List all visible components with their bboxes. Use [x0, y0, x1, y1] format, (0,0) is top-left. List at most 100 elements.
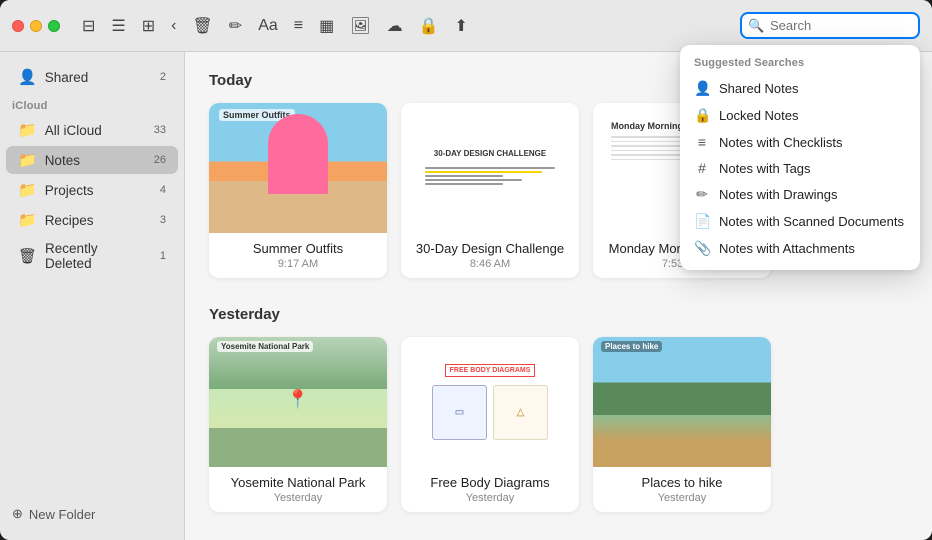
share-button[interactable]: ⬆	[448, 12, 473, 40]
sidebar-label-all-icloud: All iCloud	[45, 123, 140, 138]
fbd-image: Free Body Diagrams ▭ △	[401, 337, 579, 467]
fbd-header-label: Free Body Diagrams	[445, 364, 536, 377]
dropdown-label-attachments: Notes with Attachments	[719, 241, 855, 256]
sidebar-label-shared: Shared	[45, 70, 140, 85]
shared-icon: 👤	[18, 68, 37, 86]
sidebar-label-notes: Notes	[45, 153, 140, 168]
note-time-design: 8:46 AM	[411, 258, 569, 270]
design-line-5	[425, 183, 503, 185]
sidebar-label-projects: Projects	[45, 183, 140, 198]
dropdown-item-attachments[interactable]: 📎 Notes with Attachments	[680, 235, 920, 262]
sidebar: 👤 Shared 2 iCloud 📁 All iCloud 33 📁 Note…	[0, 52, 185, 540]
lock-button[interactable]: 🔒	[413, 12, 445, 40]
fullscreen-button[interactable]	[48, 20, 60, 32]
design-title: 30-Day Design Challenge	[434, 149, 546, 159]
design-lines	[425, 165, 555, 187]
note-name-hike: Places to hike	[603, 475, 761, 490]
trash-icon: 🗑	[18, 247, 37, 265]
close-button[interactable]	[12, 20, 24, 32]
table-button[interactable]: ▦	[313, 12, 340, 40]
dropdown-item-scanned[interactable]: 📄 Notes with Scanned Documents	[680, 208, 920, 235]
app-window: ⊟ ☰ ⊞ ‹ 🗑 ✏ Aa ≡ ▦ 🖼 ☁ 🔒 ⬆ 🔍 Suggested S…	[0, 0, 932, 540]
sidebar-badge-all-icloud: 33	[148, 124, 166, 136]
dropdown-label-checklists: Notes with Checklists	[719, 135, 843, 150]
sidebar-item-shared[interactable]: 👤 Shared 2	[6, 63, 178, 91]
dropdown-item-checklists[interactable]: ≡ Notes with Checklists	[680, 129, 920, 155]
search-container: 🔍 Suggested Searches 👤 Shared Notes 🔒 Lo…	[740, 12, 920, 39]
note-thumbnail-hike: Places to hike	[593, 337, 771, 467]
note-card-summer-outfits[interactable]: Summer Outfits Summer Outfits 9:17 AM	[209, 103, 387, 278]
note-card-places-hike[interactable]: Places to hike Places to hike Yesterday	[593, 337, 771, 512]
sidebar-section-icloud: iCloud	[0, 92, 184, 115]
summer-image: Summer Outfits	[209, 103, 387, 233]
yosemite-image: Yosemite National Park	[209, 337, 387, 467]
fbd-diagrams: ▭ △	[432, 385, 548, 440]
design-line-4	[425, 179, 522, 181]
dropdown-item-shared-notes[interactable]: 👤 Shared Notes	[680, 75, 920, 102]
search-input[interactable]	[740, 12, 920, 39]
hike-header-label: Places to hike	[601, 341, 662, 352]
sidebar-badge-shared: 2	[148, 71, 166, 83]
media-button[interactable]: 🖼	[344, 12, 376, 40]
dropdown-section-title: Suggested Searches	[680, 53, 920, 75]
dropdown-label-locked-notes: Locked Notes	[719, 108, 799, 123]
note-info-hike: Places to hike Yesterday	[593, 467, 771, 512]
yesterday-section-title: Yesterday	[209, 306, 908, 323]
scanned-icon: 📄	[694, 213, 710, 230]
toolbar-right: 🔍 Suggested Searches 👤 Shared Notes 🔒 Lo…	[740, 12, 920, 39]
design-line-2	[425, 171, 542, 173]
design-image: 30-Day Design Challenge	[401, 103, 579, 233]
compose-button[interactable]: ✏	[223, 12, 248, 40]
list-view-button[interactable]: ☰	[105, 12, 131, 40]
dropdown-label-tags: Notes with Tags	[719, 161, 811, 176]
note-info-summer: Summer Outfits 9:17 AM	[209, 233, 387, 278]
folder-icon-notes: 📁	[18, 151, 37, 169]
format-button[interactable]: Aa	[252, 13, 284, 39]
dropdown-label-drawings: Notes with Drawings	[719, 187, 838, 202]
tags-icon: #	[694, 160, 710, 176]
note-time-yosemite: Yesterday	[219, 492, 377, 504]
folder-icon-recipes: 📁	[18, 211, 37, 229]
note-card-yosemite[interactable]: Yosemite National Park Yosemite National…	[209, 337, 387, 512]
minimize-button[interactable]	[30, 20, 42, 32]
fbd-diagram-1: ▭	[432, 385, 487, 440]
note-thumbnail-design: 30-Day Design Challenge	[401, 103, 579, 233]
sidebar-item-recipes[interactable]: 📁 Recipes 3	[6, 206, 178, 234]
dropdown-item-drawings[interactable]: ✏ Notes with Drawings	[680, 181, 920, 208]
yosemite-header-label: Yosemite National Park	[217, 341, 313, 352]
attachments-icon: 📎	[694, 240, 710, 257]
toolbar-view-controls: ☰ ⊞ ‹ 🗑 ✏ Aa ≡ ▦ 🖼 ☁ 🔒 ⬆	[105, 12, 473, 40]
new-folder-icon: ⊕	[12, 506, 23, 522]
back-button[interactable]: ‹	[165, 13, 182, 39]
drawings-icon: ✏	[694, 186, 710, 203]
fbd-diagram-2: △	[493, 385, 548, 440]
new-folder-button[interactable]: ⊕ New Folder	[12, 506, 95, 522]
sidebar-item-all-icloud[interactable]: 📁 All iCloud 33	[6, 116, 178, 144]
shared-notes-icon: 👤	[694, 80, 710, 97]
note-card-design-challenge[interactable]: 30-Day Design Challenge 30-Day Design	[401, 103, 579, 278]
sidebar-item-notes[interactable]: 📁 Notes 26	[6, 146, 178, 174]
note-info-yosemite: Yosemite National Park Yesterday	[209, 467, 387, 512]
folder-icon-all: 📁	[18, 121, 37, 139]
design-line-3	[425, 175, 503, 177]
note-thumbnail-fbd: Free Body Diagrams ▭ △	[401, 337, 579, 467]
sidebar-badge-recipes: 3	[148, 214, 166, 226]
folder-icon-projects: 📁	[18, 181, 37, 199]
summer-header-label: Summer Outfits	[219, 109, 295, 121]
delete-button[interactable]: 🗑	[186, 12, 218, 40]
dropdown-item-locked-notes[interactable]: 🔒 Locked Notes	[680, 102, 920, 129]
checklist-button[interactable]: ≡	[288, 13, 309, 39]
dropdown-item-tags[interactable]: # Notes with Tags	[680, 155, 920, 181]
sidebar-label-recipes: Recipes	[45, 213, 140, 228]
grid-view-button[interactable]: ⊞	[136, 12, 161, 40]
sidebar-item-recently-deleted[interactable]: 🗑 Recently Deleted 1	[6, 236, 178, 276]
design-line-1	[425, 167, 555, 169]
dropdown-label-scanned: Notes with Scanned Documents	[719, 214, 904, 229]
sidebar-toggle-button[interactable]: ⊟	[76, 12, 101, 40]
toolbar: ⊟ ☰ ⊞ ‹ 🗑 ✏ Aa ≡ ▦ 🖼 ☁ 🔒 ⬆ 🔍 Suggested S…	[0, 0, 932, 52]
sidebar-item-projects[interactable]: 📁 Projects 4	[6, 176, 178, 204]
note-card-fbd[interactable]: Free Body Diagrams ▭ △ Free Body Diagram…	[401, 337, 579, 512]
collaborate-button[interactable]: ☁	[381, 12, 409, 40]
note-thumbnail-summer: Summer Outfits	[209, 103, 387, 233]
note-time-summer: 9:17 AM	[219, 258, 377, 270]
